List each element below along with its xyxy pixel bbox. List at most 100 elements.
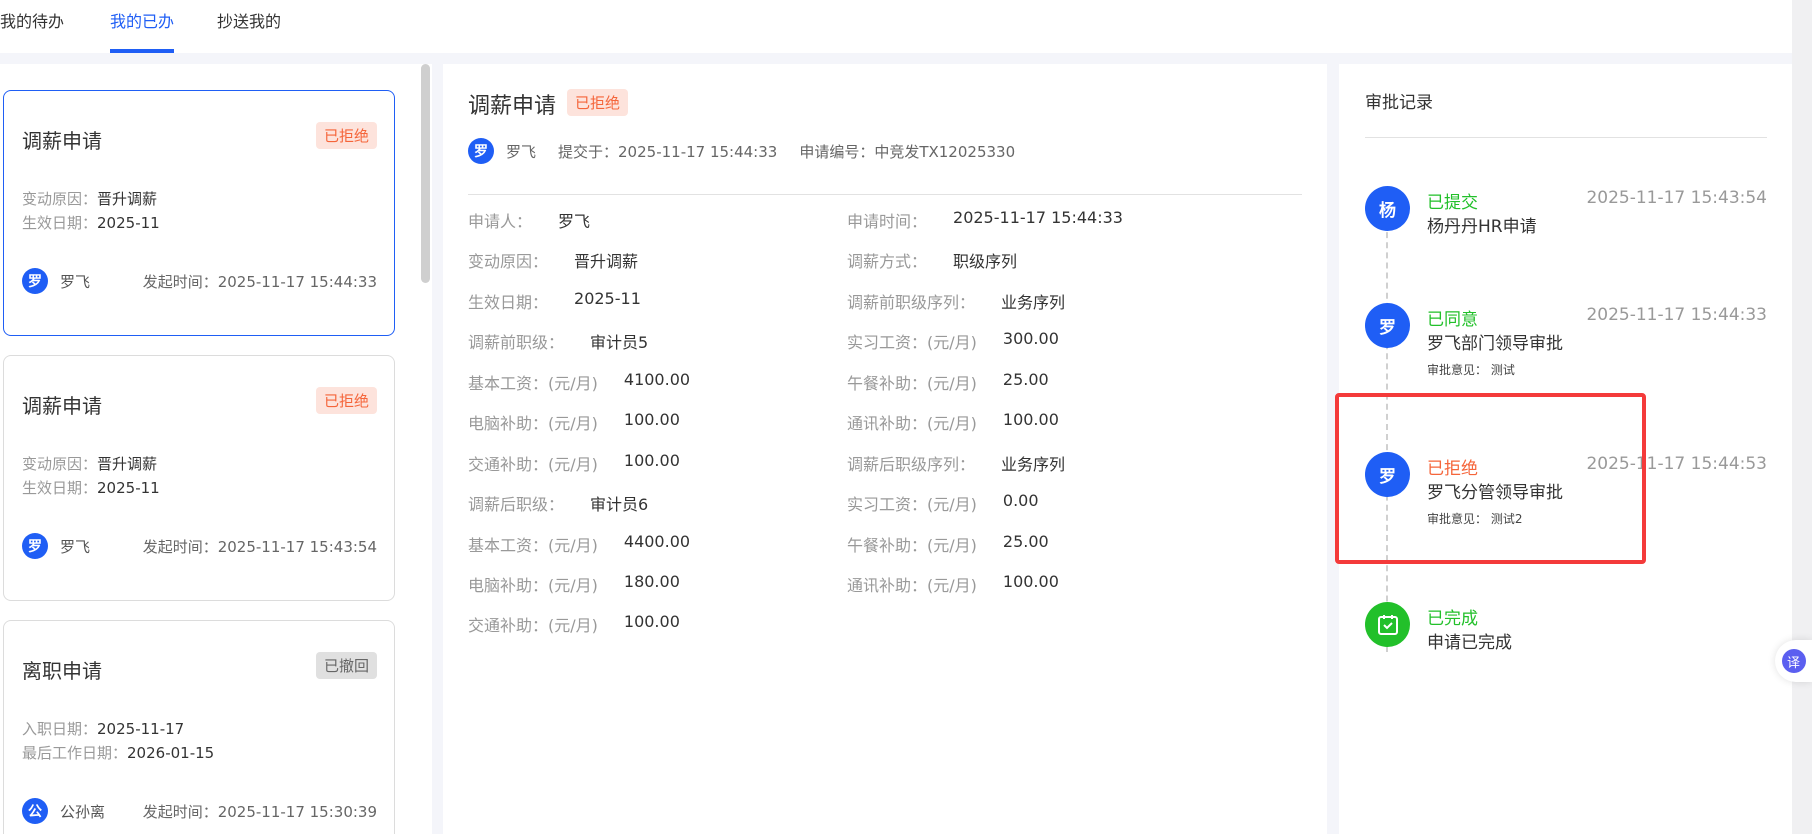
field-value: 100.00 [623, 450, 680, 470]
field-label: 交通补助：(元/月) [468, 616, 598, 636]
record-status: 已同意 [1427, 310, 1478, 330]
field-label: 午餐补助：(元/月) [847, 535, 977, 555]
timeline-item: 已完成 申请已完成 [1365, 602, 1767, 692]
avatar: 公 [22, 798, 48, 824]
detail-title: 调薪申请 [468, 94, 557, 119]
field-label: 生效日期： [468, 292, 549, 312]
avatar: 罗 [468, 138, 494, 164]
field-value: 300.00 [1002, 329, 1059, 349]
field-value: 4400.00 [623, 531, 691, 551]
field-value: 100.00 [623, 410, 680, 430]
detail-field: 通讯补助：(元/月) 100.00 [847, 572, 1059, 596]
info-label: 变动原因： [22, 455, 98, 473]
field-value: 晋升调薪 [574, 252, 639, 272]
applicant-name: 罗飞 [60, 537, 91, 556]
start-time: 发起时间：2025-11-17 15:44:33 [142, 272, 377, 291]
record-title: 审批记录 [1365, 93, 1433, 113]
info-value: 2025-11 [97, 214, 160, 232]
detail-field: 交通补助：(元/月) 100.00 [468, 451, 680, 475]
field-label: 调薪后职级序列： [847, 454, 976, 474]
tab-my-todo[interactable]: 我的待办 [0, 8, 64, 53]
field-value: 职级序列 [953, 252, 1018, 272]
info-label: 变动原因： [22, 190, 98, 208]
field-value: 180.00 [623, 572, 680, 591]
top-tabs: 我的待办 我的已办 抄送我的 [0, 0, 1792, 53]
detail-field: 电脑补助：(元/月) 100.00 [468, 410, 680, 434]
field-value: 审计员5 [590, 333, 649, 353]
info-value: 2025-11-17 [97, 720, 185, 738]
request-number: 申请编号：中竞发TX12025330 [799, 142, 1016, 161]
translate-icon: 译 [1781, 649, 1806, 673]
detail-field: 实习工资：(元/月) 0.00 [847, 491, 1039, 515]
timeline-item: 罗 已同意 2025-11-17 15:44:33 罗飞部门领导审批 审批意见：… [1365, 303, 1767, 393]
avatar: 罗 [22, 533, 48, 559]
detail-field: 申请人： 罗飞 [468, 208, 590, 232]
card-title: 调薪申请 [22, 129, 102, 153]
field-value: 0.00 [1002, 491, 1039, 511]
detail-panel: 调薪申请 已拒绝 罗 罗飞 提交于：2025-11-17 15:44:33 申请… [443, 64, 1327, 834]
info-value: 晋升调薪 [97, 455, 158, 473]
field-value: 业务序列 [1001, 454, 1066, 474]
info-label: 生效日期： [22, 214, 98, 232]
field-label: 基本工资：(元/月) [468, 535, 598, 555]
field-label: 调薪方式： [847, 252, 928, 272]
field-value: 罗飞 [558, 211, 591, 231]
translate-button[interactable]: 译 [1775, 640, 1812, 682]
field-label: 变动原因： [468, 252, 549, 272]
avatar: 罗 [22, 268, 48, 294]
highlight-box [1335, 393, 1646, 564]
field-label: 调薪前职级： [468, 333, 565, 353]
record-comment: 审批意见： 测试 [1427, 363, 1515, 377]
record-status: 已提交 [1427, 193, 1478, 213]
card-title: 调薪申请 [22, 394, 102, 418]
field-label: 调薪前职级序列： [847, 292, 976, 312]
submitted-time: 提交于：2025-11-17 15:44:33 [558, 142, 778, 161]
field-value: 100.00 [623, 612, 680, 632]
detail-field: 变动原因： 晋升调薪 [468, 248, 638, 272]
field-value: 业务序列 [1001, 292, 1066, 312]
card-footer: 罗 罗飞 发起时间：2025-11-17 15:43:54 [22, 532, 377, 560]
field-label: 电脑补助：(元/月) [468, 576, 598, 595]
detail-field: 调薪后职级： 审计员6 [468, 491, 648, 515]
field-label: 电脑补助：(元/月) [468, 414, 598, 434]
detail-field: 生效日期： 2025-11 [468, 289, 641, 313]
field-label: 午餐补助：(元/月) [847, 373, 977, 393]
page-scrollbar[interactable] [1792, 0, 1812, 834]
info-label: 生效日期： [22, 479, 98, 497]
record-time: 2025-11-17 15:44:33 [1586, 305, 1767, 325]
detail-field: 午餐补助：(元/月) 25.00 [847, 370, 1049, 394]
status-badge: 已拒绝 [567, 89, 629, 116]
start-time: 发起时间：2025-11-17 15:30:39 [142, 802, 377, 821]
card-info: 变动原因：晋升调薪 生效日期：2025-11 [22, 187, 160, 235]
status-badge: 已拒绝 [315, 122, 377, 149]
field-value: 100.00 [1002, 410, 1059, 430]
field-value: 25.00 [1002, 369, 1049, 389]
request-card[interactable]: 离职申请 已撤回 入职日期：2025-11-17 最后工作日期：2026-01-… [3, 620, 395, 834]
applicant-name: 公孙离 [60, 802, 106, 821]
applicant-name: 罗飞 [60, 272, 91, 291]
request-card[interactable]: 调薪申请 已拒绝 变动原因：晋升调薪 生效日期：2025-11 罗 罗飞 发起时… [3, 355, 395, 601]
avatar: 杨 [1365, 186, 1410, 231]
info-label: 入职日期： [22, 720, 98, 738]
record-status: 已完成 [1427, 609, 1478, 629]
field-label: 申请人： [468, 211, 533, 231]
field-label: 基本工资：(元/月) [468, 373, 598, 393]
card-footer: 罗 罗飞 发起时间：2025-11-17 15:44:33 [22, 267, 377, 295]
timeline-item: 杨 已提交 2025-11-17 15:43:54 杨丹丹HR申请 [1365, 186, 1767, 276]
record-time: 2025-11-17 15:43:54 [1586, 188, 1767, 208]
request-card[interactable]: 调薪申请 已拒绝 变动原因：晋升调薪 生效日期：2025-11 罗 罗飞 发起时… [3, 90, 395, 336]
applicant-name: 罗飞 [506, 142, 537, 161]
list-scrollbar[interactable] [421, 64, 430, 283]
request-list: 调薪申请 已拒绝 变动原因：晋升调薪 生效日期：2025-11 罗 罗飞 发起时… [0, 64, 432, 834]
tab-cc-me[interactable]: 抄送我的 [217, 8, 281, 53]
detail-field: 电脑补助：(元/月) 180.00 [468, 572, 680, 596]
record-desc: 杨丹丹HR申请 [1427, 217, 1537, 237]
card-footer: 公 公孙离 发起时间：2025-11-17 15:30:39 [22, 797, 377, 825]
detail-field: 调薪前职级序列： 业务序列 [847, 289, 1065, 313]
divider [1365, 137, 1767, 138]
field-label: 通讯补助：(元/月) [847, 576, 977, 595]
detail-field: 调薪后职级序列： 业务序列 [847, 451, 1065, 475]
detail-field: 调薪前职级： 审计员5 [468, 329, 648, 353]
field-label: 实习工资：(元/月) [847, 333, 977, 353]
tab-my-done[interactable]: 我的已办 [110, 8, 175, 53]
